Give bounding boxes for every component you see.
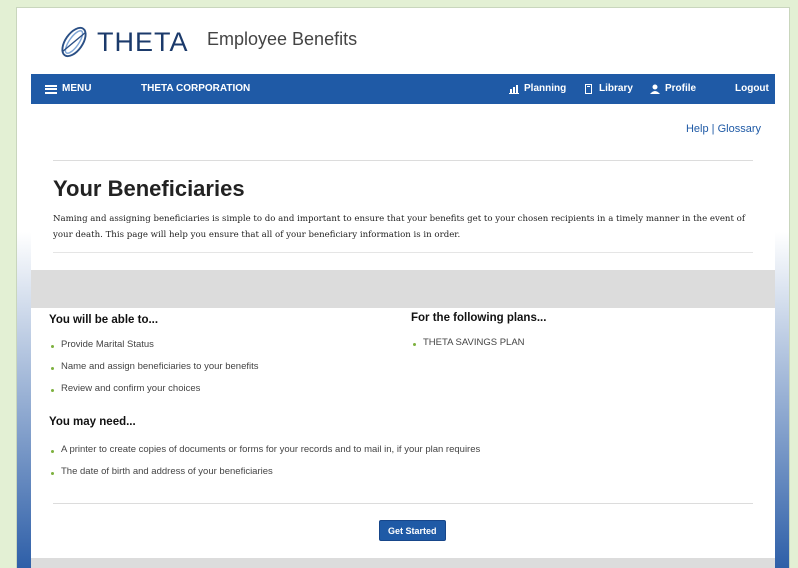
- planning-label: Planning: [524, 83, 567, 94]
- library-link[interactable]: Library: [584, 74, 633, 104]
- divider: [53, 252, 753, 253]
- list-item: Review and confirm your choices: [49, 382, 259, 404]
- divider: [53, 160, 753, 161]
- logout-label: Logout: [735, 83, 769, 94]
- planning-link[interactable]: Planning: [509, 74, 566, 104]
- company-link[interactable]: THETA CORPORATION: [141, 74, 250, 104]
- menu-icon: [45, 84, 57, 94]
- bar-chart-icon: [509, 85, 519, 94]
- need-title: You may need...: [49, 416, 136, 428]
- profile-link[interactable]: Profile: [650, 74, 696, 104]
- person-icon: [650, 84, 660, 94]
- able-title: You will be able to...: [49, 314, 159, 326]
- list-item: The date of birth and address of your be…: [49, 465, 480, 487]
- page-title: Your Beneficiaries: [53, 176, 245, 201]
- app-title: Employee Benefits: [207, 29, 358, 49]
- page-content: THETA Employee Benefits MENU THETA CORPO…: [31, 8, 775, 568]
- need-list: A printer to create copies of documents …: [49, 443, 480, 487]
- get-started-button[interactable]: Get Started: [379, 520, 446, 541]
- theta-logo[interactable]: THETA: [55, 22, 189, 62]
- list-item: Name and assign beneficiaries to your be…: [49, 360, 259, 382]
- glossary-link[interactable]: Glossary: [718, 123, 761, 135]
- help-links: Help | Glossary: [686, 123, 761, 135]
- help-separator: |: [708, 123, 718, 135]
- plans-title: For the following plans...: [411, 312, 547, 324]
- browser-frame: THETA Employee Benefits MENU THETA CORPO…: [17, 8, 789, 568]
- able-list: Provide Marital Status Name and assign b…: [49, 338, 259, 404]
- menu-label: MENU: [62, 83, 92, 94]
- list-item: A printer to create copies of documents …: [49, 443, 480, 465]
- book-icon: [585, 84, 592, 94]
- intro-text: Naming and assigning beneficiaries is si…: [53, 214, 746, 240]
- footer-band: [31, 558, 775, 568]
- top-nav-bar: MENU THETA CORPORATION Planning Library …: [31, 74, 775, 104]
- theta-logo-icon: [61, 26, 87, 58]
- divider: [53, 503, 753, 504]
- profile-label: Profile: [665, 83, 697, 94]
- help-link[interactable]: Help: [686, 123, 709, 135]
- library-label: Library: [599, 83, 633, 94]
- menu-button[interactable]: MENU: [45, 74, 91, 104]
- list-item: Provide Marital Status: [49, 338, 259, 360]
- section-header-band: [31, 270, 775, 308]
- logout-link[interactable]: Logout: [735, 74, 769, 104]
- company-label: THETA CORPORATION: [141, 83, 251, 94]
- plans-list: THETA SAVINGS PLAN: [411, 336, 525, 358]
- logo-text: THETA: [97, 26, 189, 57]
- list-item: THETA SAVINGS PLAN: [411, 336, 525, 358]
